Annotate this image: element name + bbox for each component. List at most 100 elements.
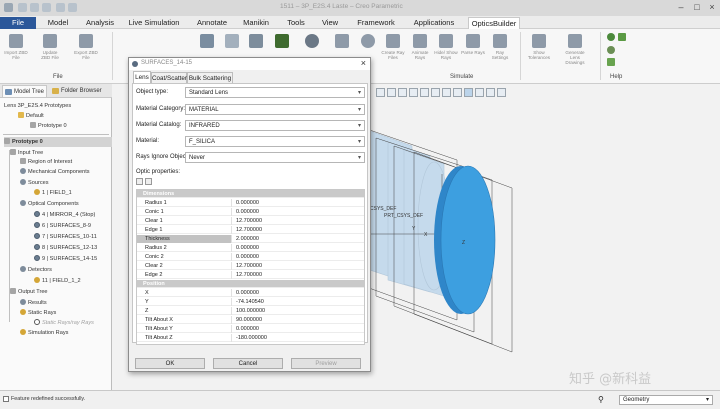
help-icon[interactable] bbox=[607, 33, 615, 41]
tree-node-prototype[interactable]: Prototype 0 bbox=[30, 121, 67, 131]
property-group-header[interactable]: Position bbox=[137, 280, 364, 288]
ok-button[interactable]: OK bbox=[135, 358, 205, 369]
animate-rays-button[interactable]: Animate Rays bbox=[408, 32, 432, 72]
tree-node-surfaces-8-9[interactable]: 6 | SURFACES_8-9 bbox=[34, 221, 91, 231]
tab-annotate[interactable]: Annotate bbox=[192, 17, 232, 29]
update-zbd-button[interactable]: Update ZBD File bbox=[38, 32, 62, 72]
tab-live-simulation[interactable]: Live Simulation bbox=[124, 17, 184, 29]
tab-bulk-scattering[interactable]: Bulk Scattering bbox=[187, 72, 233, 83]
tree-node-surfaces-10-11[interactable]: 7 | SURFACES_10-11 bbox=[34, 232, 97, 242]
tab-model[interactable]: Model bbox=[40, 17, 76, 29]
tab-manikin[interactable]: Manikin bbox=[238, 17, 274, 29]
spin-center-icon[interactable] bbox=[486, 88, 495, 97]
property-row[interactable]: Edge 1 12.700000 bbox=[137, 226, 364, 234]
maximize-icon[interactable]: □ bbox=[692, 2, 702, 12]
message-log-icon[interactable] bbox=[3, 396, 9, 402]
property-row-selected[interactable]: Thickness 2.000000 bbox=[137, 235, 364, 243]
undo-icon[interactable] bbox=[56, 3, 65, 12]
generate-lens-drawings-button[interactable]: Generate Lens Drawings bbox=[560, 32, 590, 72]
binoculars-icon[interactable]: ⚲ bbox=[598, 395, 608, 405]
tab-folder-browser[interactable]: Folder Browser bbox=[50, 85, 108, 97]
hide-show-rays-button[interactable]: Hide/ Show Rays bbox=[434, 32, 458, 72]
tab-view[interactable]: View bbox=[316, 17, 344, 29]
property-row[interactable]: Conic 1 0.000000 bbox=[137, 208, 364, 216]
tab-framework[interactable]: Framework bbox=[352, 17, 400, 29]
tab-lens[interactable]: Lens bbox=[133, 71, 151, 83]
property-row[interactable]: Y -74.140540 bbox=[137, 298, 364, 306]
refit-icon[interactable] bbox=[376, 88, 385, 97]
cancel-button[interactable]: Cancel bbox=[213, 358, 283, 369]
datum-display-icon[interactable] bbox=[464, 88, 473, 97]
selection-filter-select[interactable]: Geometry ▾ bbox=[619, 395, 713, 405]
tree-node-field-1[interactable]: 1 | FIELD_1 bbox=[34, 188, 72, 198]
ray-settings-button[interactable]: Ray Settings bbox=[488, 32, 512, 72]
tab-applications[interactable]: Applications bbox=[408, 17, 460, 29]
redo-icon[interactable] bbox=[68, 3, 77, 12]
repaint-icon[interactable] bbox=[409, 88, 418, 97]
close-icon[interactable]: × bbox=[707, 2, 717, 12]
tree-node-detectors[interactable]: Detectors bbox=[20, 265, 52, 275]
minimize-icon[interactable]: – bbox=[676, 2, 686, 12]
tree-node-static-rays-child[interactable]: Static Rays/ray Rays bbox=[34, 318, 94, 328]
categorized-icon[interactable] bbox=[136, 178, 143, 185]
tree-node-simulation-rays[interactable]: Simulation Rays bbox=[20, 328, 68, 338]
tab-tools[interactable]: Tools bbox=[282, 17, 310, 29]
tree-node-sources[interactable]: Sources bbox=[20, 178, 49, 188]
property-row[interactable]: Clear 1 12.700000 bbox=[137, 217, 364, 225]
sort-alpha-icon[interactable] bbox=[145, 178, 152, 185]
property-row[interactable]: Tilt About Y 0.000000 bbox=[137, 325, 364, 333]
material-category-select[interactable]: MATERIAL ▾ bbox=[185, 104, 365, 115]
gear-icon[interactable] bbox=[607, 46, 615, 54]
property-row[interactable]: Radius 1 0.000000 bbox=[137, 199, 364, 207]
tree-node-surfaces-14-15[interactable]: 9 | SURFACES_14-15 bbox=[34, 254, 97, 264]
property-row[interactable]: Z 100.000000 bbox=[137, 307, 364, 315]
tree-node-output-tree[interactable]: Output Tree bbox=[10, 287, 48, 297]
open-icon[interactable] bbox=[30, 3, 39, 12]
show-tolerances-button[interactable]: Show Tolerances bbox=[527, 32, 551, 72]
tab-file[interactable]: File bbox=[0, 17, 36, 29]
tree-node-optical-components[interactable]: Optical Components bbox=[20, 199, 79, 209]
property-row[interactable]: Clear 2 12.700000 bbox=[137, 262, 364, 270]
tree-node-results[interactable]: Results bbox=[20, 298, 47, 308]
export-zbd-button[interactable]: Export ZBD File bbox=[74, 32, 98, 72]
material-select[interactable]: F_SILICA ▾ bbox=[185, 136, 365, 147]
about-icon[interactable] bbox=[607, 58, 615, 66]
display-style-icon[interactable] bbox=[442, 88, 451, 97]
tree-node-mirror-4[interactable]: 4 | MIRROR_4 (Stop) bbox=[34, 210, 95, 220]
property-row[interactable]: Tilt About Z -180.000000 bbox=[137, 334, 364, 342]
preview-button[interactable]: Preview bbox=[291, 358, 361, 369]
property-group-header[interactable]: Dimensions bbox=[137, 190, 364, 198]
tree-node-default[interactable]: Default bbox=[18, 111, 44, 121]
create-ray-files-button-2[interactable]: Create Ray Files bbox=[381, 32, 405, 72]
tree-node-region-of-interest[interactable]: Region of Interest bbox=[20, 157, 72, 167]
saved-views-icon[interactable] bbox=[431, 88, 440, 97]
tree-node-prototype-selected[interactable]: Prototype 0 bbox=[4, 137, 112, 147]
tree-node-static-rays[interactable]: Static Rays bbox=[20, 308, 56, 318]
tree-node-mechanical-components[interactable]: Mechanical Components bbox=[20, 167, 90, 177]
property-row[interactable]: Radius 2 0.000000 bbox=[137, 244, 364, 252]
tab-opticsbuilder[interactable]: OpticsBuilder bbox=[468, 17, 520, 29]
tree-node-surfaces-12-13[interactable]: 8 | SURFACES_12-13 bbox=[34, 243, 97, 253]
zoom-in-icon[interactable] bbox=[387, 88, 396, 97]
import-zbd-button[interactable]: Import ZBD File bbox=[4, 32, 28, 72]
property-row[interactable]: Edge 2 12.700000 bbox=[137, 271, 364, 279]
tree-node-lens-prototypes[interactable]: Lens 3P_E2S.4 Prototypes bbox=[4, 101, 71, 111]
material-catalog-select[interactable]: INFRARED ▾ bbox=[185, 120, 365, 131]
info-icon[interactable] bbox=[618, 33, 626, 41]
save-icon[interactable] bbox=[42, 3, 51, 12]
new-icon[interactable] bbox=[18, 3, 27, 12]
close-icon[interactable]: × bbox=[361, 58, 366, 68]
annotation-display-icon[interactable] bbox=[475, 88, 484, 97]
zoom-out-icon[interactable] bbox=[398, 88, 407, 97]
section-icon[interactable] bbox=[453, 88, 462, 97]
property-row[interactable]: X 0.000000 bbox=[137, 289, 364, 297]
parse-rays-button[interactable]: Parse Rays bbox=[461, 32, 485, 72]
tab-coat-scatter[interactable]: Coat/Scatter bbox=[151, 72, 187, 83]
tab-model-tree[interactable]: Model Tree bbox=[2, 85, 47, 97]
tab-analysis[interactable]: Analysis bbox=[82, 17, 118, 29]
property-row[interactable]: Conic 2 0.000000 bbox=[137, 253, 364, 261]
tree-node-field-1-2[interactable]: 11 | FIELD_1_2 bbox=[34, 276, 81, 286]
object-type-select[interactable]: Standard Lens ▾ bbox=[185, 87, 365, 98]
view-orientation-icon[interactable] bbox=[420, 88, 429, 97]
property-row[interactable]: Tilt About X 90.000000 bbox=[137, 316, 364, 324]
